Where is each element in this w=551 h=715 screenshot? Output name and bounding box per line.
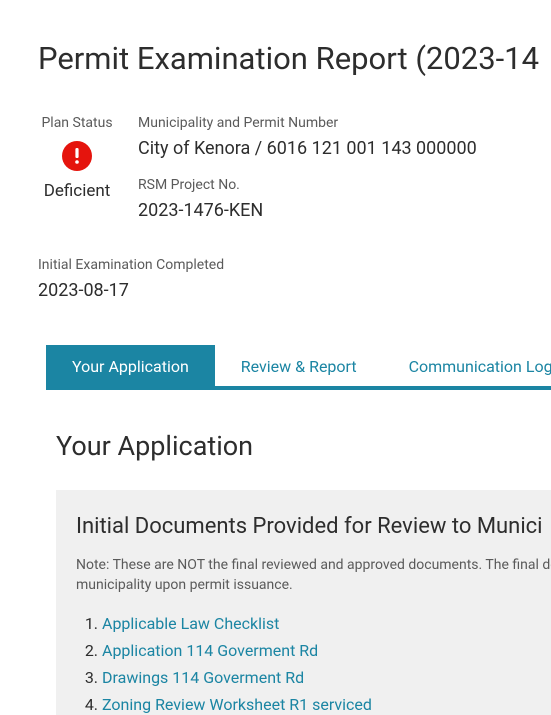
municipality-block: Municipality and Permit Number City of K… [138, 115, 551, 159]
document-link[interactable]: Drawings 114 Goverment Rd [102, 668, 304, 687]
panel-note: Note: These are NOT the final reviewed a… [76, 555, 531, 596]
documents-panel: Initial Documents Provided for Review to… [56, 490, 551, 715]
document-link[interactable]: Zoning Review Worksheet R1 serviced [102, 695, 372, 714]
section-heading: Your Application [56, 430, 551, 462]
list-item: Application 114 Goverment Rd [102, 641, 531, 660]
panel-note-line2: municipality upon permit issuance. [76, 577, 293, 593]
document-link[interactable]: Application 114 Goverment Rd [102, 641, 318, 660]
plan-status-value: Deficient [44, 181, 111, 201]
municipality-label: Municipality and Permit Number [138, 115, 551, 131]
header-info: Plan Status Deficient Municipality and P… [38, 115, 551, 239]
tab-bar: Your Application Review & Report Communi… [46, 345, 551, 390]
list-item: Applicable Law Checklist [102, 614, 531, 633]
list-item: Zoning Review Worksheet R1 serviced [102, 695, 531, 714]
page-title: Permit Examination Report (2023-14 [38, 40, 551, 77]
plan-status-block: Plan Status Deficient [38, 115, 116, 239]
tab-your-application[interactable]: Your Application [46, 345, 215, 386]
tab-communication-log[interactable]: Communication Log [383, 345, 551, 386]
exam-label: Initial Examination Completed [38, 257, 551, 273]
plan-status-label: Plan Status [41, 115, 112, 131]
project-label: RSM Project No. [138, 177, 551, 193]
panel-note-line1: Note: These are NOT the final reviewed a… [76, 557, 551, 573]
alert-icon [62, 141, 92, 171]
tab-review-report[interactable]: Review & Report [215, 345, 383, 386]
municipality-value: City of Kenora / 6016 121 001 143 000000 [138, 138, 477, 159]
exam-value: 2023-08-17 [38, 280, 129, 301]
document-link[interactable]: Applicable Law Checklist [102, 614, 279, 633]
project-value: 2023-1476-KEN [138, 200, 263, 221]
panel-heading: Initial Documents Provided for Review to… [76, 514, 531, 539]
project-block: RSM Project No. 2023-1476-KEN [138, 177, 551, 221]
exam-block: Initial Examination Completed 2023-08-17 [38, 257, 551, 301]
document-list: Applicable Law Checklist Application 114… [76, 614, 531, 714]
list-item: Drawings 114 Goverment Rd [102, 668, 531, 687]
